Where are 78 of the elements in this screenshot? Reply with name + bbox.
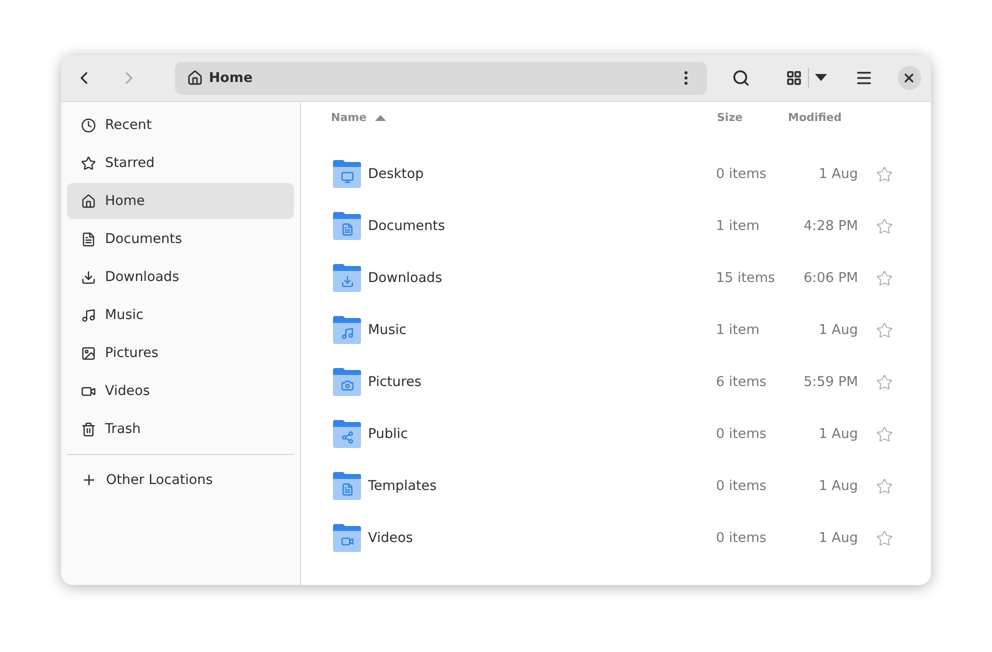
sidebar-item[interactable]: Other Locations <box>67 462 294 498</box>
file-row[interactable]: Documents 1 item 4:28 PM <box>301 200 931 252</box>
folder-icon <box>332 315 362 345</box>
modified-date: 5:59 PM <box>802 372 858 392</box>
star-icon[interactable] <box>876 478 893 494</box>
sidebar-item[interactable]: Documents <box>67 221 294 257</box>
path-bar[interactable]: Home <box>174 62 708 94</box>
close-icon <box>902 71 916 85</box>
modified-date: 1 Aug <box>818 320 858 340</box>
file-row[interactable]: Music 1 item 1 Aug <box>301 304 931 356</box>
sidebar-item[interactable]: Trash <box>67 411 294 447</box>
folder-icon <box>332 523 362 553</box>
file-name: Documents <box>368 216 446 236</box>
file-name: Desktop <box>368 164 425 184</box>
star-icon[interactable] <box>876 322 893 338</box>
file-row[interactable]: Videos 0 items 1 Aug <box>301 512 931 564</box>
file-name: Downloads <box>368 268 444 288</box>
sidebar-item[interactable]: Starred <box>67 145 294 181</box>
modified-date: 1 Aug <box>818 164 858 184</box>
star-icon[interactable] <box>876 426 893 442</box>
modified-date: 4:28 PM <box>802 216 858 236</box>
sidebar-item[interactable]: Home <box>67 183 294 219</box>
file-name: Music <box>368 320 408 340</box>
file-row[interactable]: Downloads 15 items 6:06 PM <box>301 252 931 304</box>
modified-date: 1 Aug <box>818 424 858 444</box>
star-icon[interactable] <box>876 530 893 546</box>
file-size: 0 items <box>716 476 768 496</box>
folder-icon <box>332 471 362 501</box>
folder-icon <box>332 367 362 397</box>
sidebar-item[interactable]: Pictures <box>67 335 294 371</box>
file-size: 0 items <box>716 424 768 444</box>
star-icon[interactable] <box>876 166 893 182</box>
file-size: 6 items <box>716 372 768 392</box>
file-size: 15 items <box>716 268 776 288</box>
close-button[interactable] <box>898 66 921 90</box>
sidebar-item[interactable]: Videos <box>67 373 294 409</box>
file-size: 0 items <box>716 528 768 548</box>
clock-icon <box>81 118 96 132</box>
file-row[interactable]: Desktop 0 items 1 Aug <box>301 148 931 200</box>
star-icon <box>81 156 96 170</box>
sidebar-item[interactable]: Recent <box>67 107 294 143</box>
modified-date: 6:06 PM <box>802 268 858 288</box>
file-name: Videos <box>368 528 414 548</box>
file-size: 1 item <box>716 320 760 340</box>
star-icon[interactable] <box>876 270 893 286</box>
modified-date: 1 Aug <box>818 476 858 496</box>
download-icon <box>81 270 96 284</box>
modified-date: 1 Aug <box>818 528 858 548</box>
sidebar-item[interactable]: Downloads <box>67 259 294 295</box>
file-row[interactable]: Pictures 6 items 5:59 PM <box>301 356 931 408</box>
file-name: Public <box>368 424 409 444</box>
music-icon <box>81 308 96 322</box>
folder-icon <box>332 211 362 241</box>
search-icon <box>732 69 750 87</box>
image-icon <box>81 346 96 360</box>
view-toggle-button[interactable] <box>786 68 828 88</box>
menu-icon <box>855 69 874 87</box>
home-icon <box>81 194 96 208</box>
file-row[interactable]: Public 0 items 1 Aug <box>301 408 931 460</box>
file-row[interactable]: Templates 0 items 1 Aug <box>301 460 931 512</box>
home-icon <box>186 70 203 86</box>
grid-view-icon <box>786 70 802 86</box>
file-name: Templates <box>368 476 438 496</box>
plus-icon <box>81 472 97 488</box>
file-size: 0 items <box>716 164 768 184</box>
folder-icon <box>332 419 362 449</box>
trash-icon <box>81 422 96 436</box>
sort-arrow-icon <box>374 115 386 121</box>
star-icon[interactable] <box>876 218 893 234</box>
folder-icon <box>332 263 362 293</box>
sidebar-item[interactable]: Music <box>67 297 294 333</box>
path-label: Home <box>208 68 253 88</box>
dropdown-arrow-icon <box>815 74 828 82</box>
folder-icon <box>332 159 362 189</box>
file-name: Pictures <box>368 372 422 392</box>
document-icon <box>81 232 96 246</box>
file-size: 1 item <box>716 216 760 236</box>
star-icon[interactable] <box>876 374 893 390</box>
